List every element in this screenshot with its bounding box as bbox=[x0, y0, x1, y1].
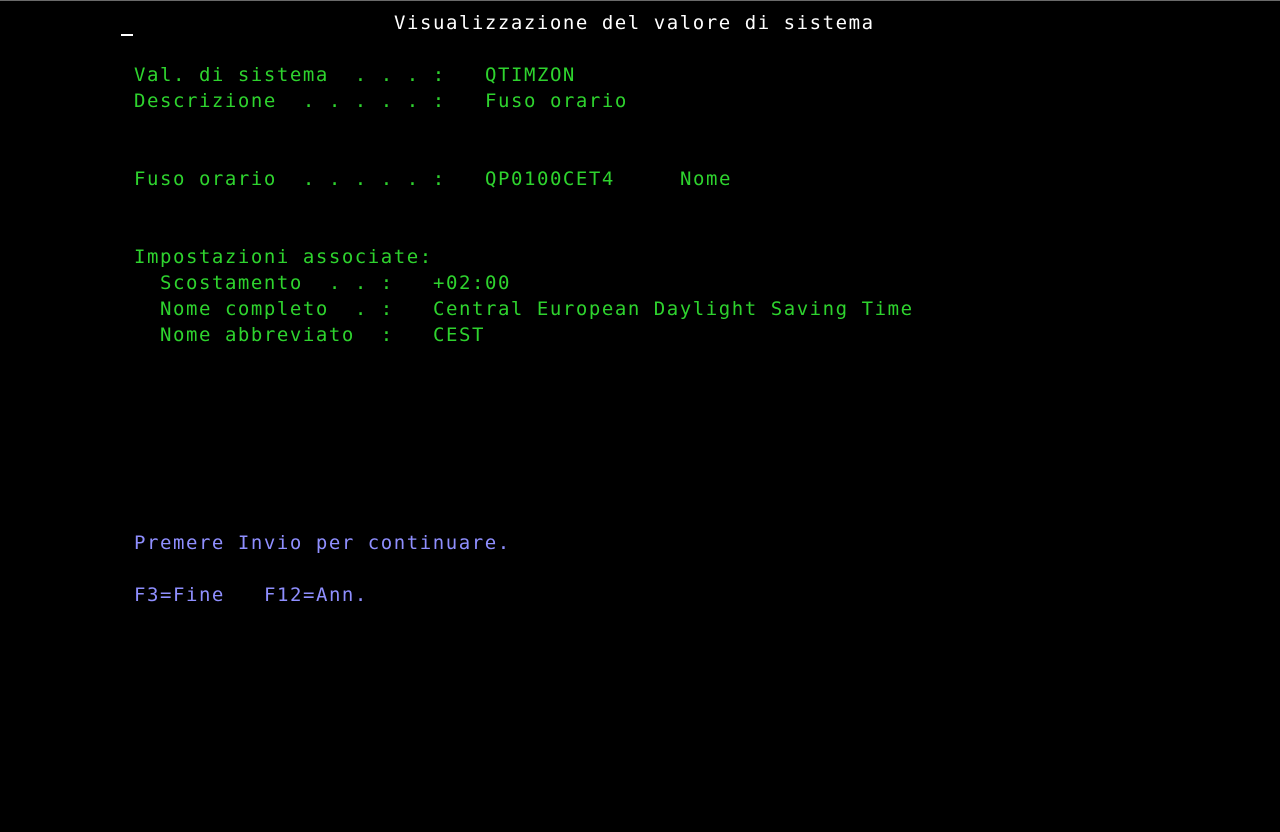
top-border bbox=[0, 0, 1280, 1]
short-name-label: Nome abbreviato : bbox=[160, 324, 394, 346]
text-cursor bbox=[121, 34, 133, 36]
full-name-value: Central European Daylight Saving Time bbox=[433, 298, 914, 320]
timezone-label: Fuso orario . . . . . : bbox=[134, 168, 446, 190]
screen-title: Visualizzazione del valore di sistema bbox=[394, 12, 875, 34]
f3-exit-key[interactable]: F3=Fine bbox=[134, 582, 225, 608]
offset-label: Scostamento . . : bbox=[160, 272, 394, 294]
short-name-value: CEST bbox=[433, 324, 485, 346]
associated-heading: Impostazioni associate: bbox=[134, 246, 433, 268]
full-name-label: Nome completo . : bbox=[160, 298, 394, 320]
offset-value: +02:00 bbox=[433, 272, 511, 294]
description-label: Descrizione . . . . . : bbox=[134, 90, 446, 112]
sysval-label: Val. di sistema . . . : bbox=[134, 64, 446, 86]
f12-cancel-key[interactable]: F12=Ann. bbox=[264, 582, 368, 608]
instruction-text: Premere Invio per continuare. bbox=[134, 532, 511, 554]
timezone-value: QP0100CET4 bbox=[485, 168, 615, 190]
description-value: Fuso orario bbox=[485, 90, 628, 112]
timezone-hint: Nome bbox=[680, 168, 732, 190]
terminal-screen: Visualizzazione del valore di sistema Va… bbox=[0, 0, 1280, 613]
sysval-value: QTIMZON bbox=[485, 64, 576, 86]
